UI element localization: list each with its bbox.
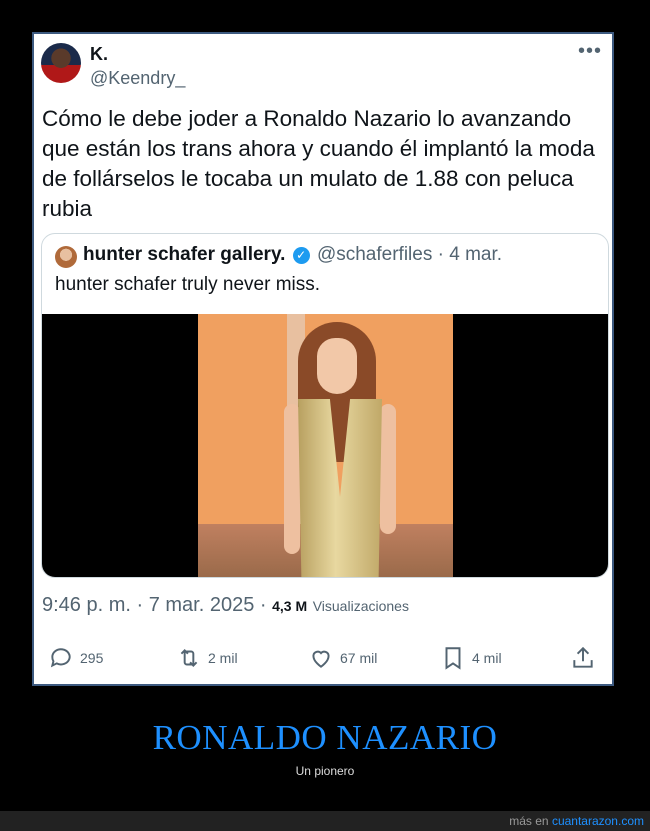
heart-icon [312,650,330,668]
caption-subtitle: Un pionero [295,764,355,778]
like-button[interactable]: 67 mil [308,642,377,674]
share-button[interactable] [570,642,596,674]
quote-date: · 4 mar. [437,244,503,265]
verified-icon: ✓ [292,247,310,264]
media-photo [198,314,453,577]
tweet-card: K. @Keendry_ ••• Cómo le debe joder a Ro… [32,32,614,686]
like-count: 67 mil [340,650,378,666]
quote-avatar[interactable] [55,246,77,268]
quote-display-name[interactable]: hunter schafer gallery. [83,244,285,265]
tweet-meta: 9:46 p. m. · 7 mar. 2025 · 4,3 M Visuali… [42,594,409,617]
views-label: Visualizaciones [312,598,409,614]
quote-text: hunter schafer truly never miss. [55,274,321,295]
display-name[interactable]: K. [90,44,108,65]
views-count: 4,3 M [272,598,308,614]
retweet-button[interactable]: 2 mil [176,642,238,674]
retweet-icon [180,649,198,667]
quoted-tweet[interactable]: hunter schafer gallery. ✓ @schaferfiles … [41,233,609,578]
footer-bar: más en cuantarazon.com [0,811,650,831]
quote-media[interactable] [42,314,608,577]
more-icon[interactable]: ••• [578,40,602,63]
reply-icon [50,648,71,668]
site-link[interactable]: cuantarazon.com [552,814,644,828]
user-handle[interactable]: @Keendry_ [90,68,185,89]
caption-title: RONALDO NAZARIO [152,718,498,757]
quote-header: hunter schafer gallery. ✓ @schaferfiles … [83,244,502,266]
timestamp[interactable]: 9:46 p. m. · 7 mar. 2025 · [42,594,267,616]
tweet-text: Cómo le debe joder a Ronaldo Nazario lo … [42,106,595,221]
avatar[interactable] [41,43,81,83]
bookmark-count: 4 mil [472,650,502,666]
bookmark-icon [445,647,461,670]
reply-count: 295 [80,650,104,666]
share-icon [573,646,593,668]
footer-prefix: más en [509,814,549,828]
action-bar: 295 2 mil 67 mil 4 mil [34,642,612,674]
bookmark-button[interactable]: 4 mil [440,642,502,674]
retweet-count: 2 mil [208,650,238,666]
quote-handle[interactable]: @schaferfiles [317,244,432,265]
reply-button[interactable]: 295 [48,642,103,674]
